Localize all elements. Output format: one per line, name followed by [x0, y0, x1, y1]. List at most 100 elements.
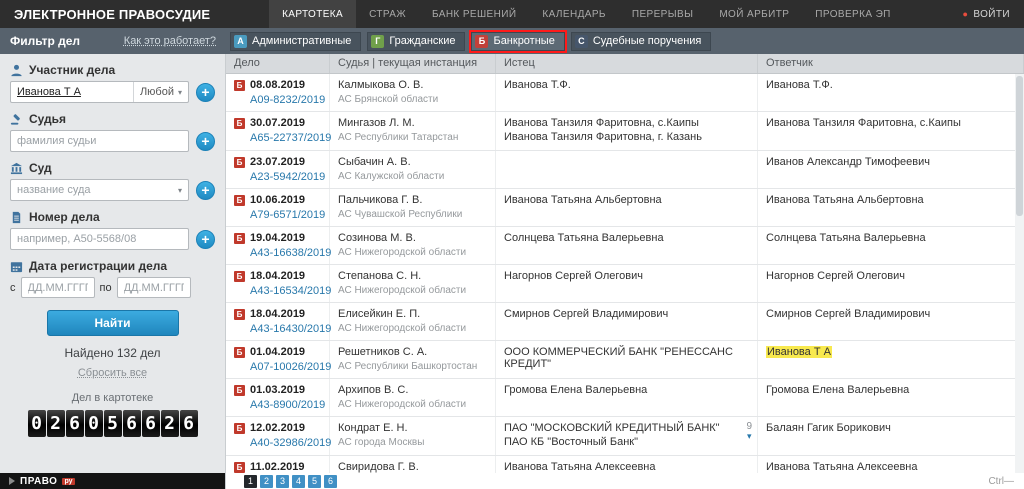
court-name: АС Республики Татарстан: [338, 132, 487, 143]
court-name: АС Нижегородской области: [338, 323, 487, 334]
case-cell: Б30.07.2019А65-22737/2019: [226, 112, 330, 150]
judge-label-row: Судья: [10, 112, 215, 126]
case-cell: Б12.02.2019А40-32986/2019: [226, 417, 330, 455]
case-number-link[interactable]: А40-32986/2019: [250, 437, 321, 449]
page-button[interactable]: 5: [308, 475, 321, 488]
case-number-link[interactable]: А09-8232/2019: [250, 94, 321, 106]
defendant-name: Солнцева Татьяна Валерьевна: [766, 232, 1015, 244]
judge-name: Мингазов Л. М.: [338, 117, 487, 129]
case-type-tabs: ААдминистративные ГГражданские ББанкротные…: [226, 32, 711, 51]
defendant-name: Иванова Татьяна Альбертовна: [766, 194, 1015, 206]
case-number-link[interactable]: А43-8900/2019: [250, 399, 321, 411]
search-button[interactable]: Найти: [47, 310, 179, 336]
participant-role-select[interactable]: Любой ▾: [133, 82, 188, 102]
plaintiff-name: Иванова Т.Ф.: [504, 79, 749, 91]
case-type-icon: Б: [475, 35, 488, 48]
judge-cell: Мингазов Л. М. АС Республики Татарстан: [330, 112, 496, 150]
court-building-icon: [10, 162, 23, 175]
reset-all-link[interactable]: Сбросить все: [10, 367, 215, 379]
court-name: АС Чувашской Республики: [338, 209, 487, 220]
case-number-link[interactable]: А43-16534/2019: [250, 285, 321, 297]
plaintiff-cell: Иванова Татьяна Альбертовна: [496, 189, 758, 226]
defendant-cell: Громова Елена Валерьевна: [758, 379, 1024, 416]
plaintiff-cell: Иванова Т.Ф.: [496, 74, 758, 111]
court-name: АС Калужской области: [338, 171, 487, 182]
judge-cell: Степанова С. Н.АС Нижегородской области: [330, 265, 496, 302]
expand-chevron-icon[interactable]: ▾: [746, 432, 752, 440]
case-number-link[interactable]: А43-16638/2019: [250, 247, 321, 259]
nav-item[interactable]: КАЛЕНДАРЬ: [529, 0, 618, 28]
plaintiff-cell: ПАО "МОСКОВСКИЙ КРЕДИТНЫЙ БАНК"ПАО КБ "В…: [496, 417, 758, 455]
defendant-cell: Иванова Танзиля Фаритовна, с.Каипы: [758, 112, 1024, 150]
tab-case-type[interactable]: ААдминистративные: [230, 32, 361, 51]
defendant-cell: Смирнов Сергей Владимирович: [758, 303, 1024, 340]
defendant-cell: Иванова Татьяна Альбертовна: [758, 189, 1024, 226]
page-button[interactable]: 2: [260, 475, 273, 488]
add-participant-button[interactable]: +: [196, 83, 215, 102]
tab-case-type[interactable]: ББанкротные: [471, 32, 564, 51]
filter-bar-left: Фильтр дел Как это работает?: [0, 34, 226, 48]
nav-item[interactable]: БАНК РЕШЕНИЙ: [419, 0, 529, 28]
nav-item[interactable]: МОЙ АРБИТР: [706, 0, 802, 28]
table-row: Б11.02.2019А43-…/2019Свиридова Г. В.АС Н…: [226, 456, 1024, 473]
counter-digit: 5: [104, 410, 122, 437]
judge-cell: Свиридова Г. В.АС Нижегородской области: [330, 456, 496, 473]
page-button[interactable]: 4: [292, 475, 305, 488]
case-number-link[interactable]: А65-22737/2019: [250, 132, 321, 144]
case-rows: Б08.08.2019А09-8232/2019Калмыкова О. В.А…: [226, 74, 1024, 473]
counter-digit: 6: [142, 410, 160, 437]
page-button[interactable]: 6: [324, 475, 337, 488]
case-date: 18.04.2019: [250, 308, 305, 320]
nav-item[interactable]: СТРАЖ: [356, 0, 419, 28]
court-select[interactable]: название суда ▾: [10, 179, 189, 201]
add-case-number-button[interactable]: +: [196, 230, 215, 249]
judge-cell: Архипов В. С.АС Нижегородской области: [330, 379, 496, 416]
judge-name: Калмыкова О. В.: [338, 79, 487, 91]
judge-cell: Пальчикова Г. В.АС Чувашской Республики: [330, 189, 496, 226]
pravo-logo[interactable]: ПРАВО: [20, 476, 57, 487]
page-button[interactable]: 1: [244, 475, 257, 488]
plaintiff-name: Смирнов Сергей Владимирович: [504, 308, 749, 320]
top-nav: КАРТОТЕКАСТРАЖБАНК РЕШЕНИЙКАЛЕНДАРЬПЕРЕР…: [224, 0, 948, 28]
vertical-scrollbar[interactable]: [1015, 74, 1024, 473]
login-button[interactable]: ● ВОЙТИ: [949, 9, 1024, 20]
counter-digit: 0: [85, 410, 103, 437]
plaintiff-name: Громова Елена Валерьевна: [504, 384, 749, 396]
left-column: Участник дела Любой ▾ +: [0, 54, 226, 489]
nav-item[interactable]: КАРТОТЕКА: [269, 0, 356, 28]
case-number-input[interactable]: [10, 228, 189, 250]
nav-item[interactable]: ПЕРЕРЫВЫ: [619, 0, 706, 28]
app-title: ЭЛЕКТРОННОЕ ПРАВОСУДИЕ: [0, 7, 224, 22]
bankruptcy-icon: Б: [234, 80, 245, 91]
case-number-link[interactable]: А23-5942/2019: [250, 171, 321, 183]
instances-badge: 9▾: [746, 422, 752, 440]
bankruptcy-icon: Б: [234, 462, 245, 473]
case-number-link[interactable]: А07-10026/2019: [250, 361, 321, 373]
case-number-label-row: Номер дела: [10, 210, 215, 224]
date-from-input[interactable]: [21, 277, 95, 298]
judge-name: Решетников С. А.: [338, 346, 487, 358]
header-case: Дело: [226, 54, 330, 73]
table-row: Б18.04.2019А43-16430/2019Елисейкин Е. П.…: [226, 303, 1024, 341]
nav-item[interactable]: ПРОВЕРКА ЭП: [802, 0, 903, 28]
date-to-input[interactable]: [117, 277, 191, 298]
how-it-works-link[interactable]: Как это работает?: [124, 35, 216, 47]
case-number-link[interactable]: А43-16430/2019: [250, 323, 321, 335]
results-count: Найдено 132 дел: [10, 346, 215, 360]
tab-case-type[interactable]: ССудебные поручения: [571, 32, 712, 51]
add-judge-button[interactable]: +: [196, 132, 215, 151]
page-button[interactable]: 3: [276, 475, 289, 488]
tab-case-type[interactable]: ГГражданские: [367, 32, 465, 51]
header-plaintiff: Истец: [496, 54, 758, 73]
footer-bar: ПРАВО ру: [0, 473, 225, 489]
reg-date-label: Дата регистрации дела: [29, 259, 167, 273]
scrollbar-thumb[interactable]: [1016, 76, 1023, 216]
add-court-button[interactable]: +: [196, 181, 215, 200]
case-date: 30.07.2019: [250, 117, 305, 129]
case-number-link[interactable]: А79-6571/2019: [250, 209, 321, 221]
judge-input[interactable]: [10, 130, 189, 152]
date-to-label: по: [100, 282, 112, 294]
participant-input[interactable]: [11, 86, 133, 98]
person-icon: [10, 64, 23, 77]
case-date-line: Б19.04.2019: [234, 232, 321, 244]
